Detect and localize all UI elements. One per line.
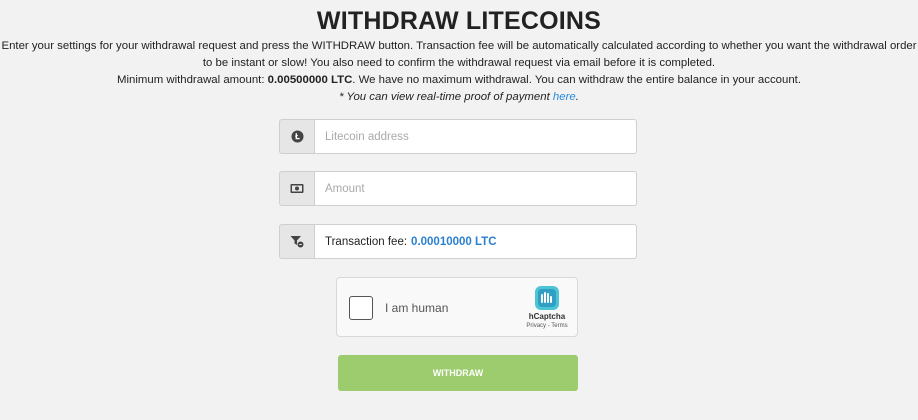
- hcaptcha-widget: I am human hCaptcha Privacy - Terms: [336, 277, 578, 337]
- payment-proof-prefix: * You can view real-time proof of paymen…: [339, 91, 553, 103]
- minimum-withdrawal-suffix: . We have no maximum withdrawal. You can…: [352, 74, 801, 86]
- transaction-fee-display: Transaction fee: 0.00010000 LTC: [314, 224, 637, 259]
- page-title: WITHDRAW LITECOINS: [316, 7, 602, 35]
- minimum-withdrawal-amount: 0.00500000 LTC: [267, 74, 353, 86]
- address-input-box: [314, 119, 637, 154]
- payment-proof-line: * You can view real-time proof of paymen…: [0, 89, 918, 106]
- instructions-line-2: to be instant or slow! You also need to …: [202, 57, 716, 69]
- minimum-withdrawal-prefix: Minimum withdrawal amount:: [116, 74, 268, 86]
- filter-fee-icon: [279, 224, 314, 259]
- payment-proof-link[interactable]: here: [553, 91, 576, 103]
- withdraw-button[interactable]: WITHDRAW: [338, 355, 578, 391]
- cash-icon: [279, 171, 314, 206]
- amount-input-box: [314, 171, 637, 206]
- amount-input[interactable]: [325, 172, 636, 205]
- hcaptcha-brand: hCaptcha: [528, 312, 566, 321]
- payment-proof-suffix: .: [575, 91, 579, 103]
- instructions: Enter your settings for your withdrawal …: [0, 38, 918, 106]
- address-field-group: [279, 119, 637, 154]
- captcha-privacy-link[interactable]: Privacy: [526, 323, 546, 329]
- litecoin-icon: [279, 119, 314, 154]
- captcha-terms-link[interactable]: Terms: [551, 323, 567, 329]
- transaction-fee-label: Transaction fee:: [325, 235, 408, 248]
- captcha-checkbox[interactable]: [349, 296, 373, 320]
- litecoin-address-input[interactable]: [325, 120, 636, 153]
- transaction-fee-value: 0.00010000 LTC: [411, 235, 497, 248]
- captcha-label: I am human: [385, 301, 449, 315]
- minimum-withdrawal-line: Minimum withdrawal amount: 0.00500000 LT…: [0, 72, 918, 89]
- hcaptcha-links: Privacy - Terms: [515, 323, 579, 329]
- withdraw-page: WITHDRAW LITECOINS Enter your settings f…: [0, 0, 918, 420]
- fee-field-group: Transaction fee: 0.00010000 LTC: [279, 224, 637, 259]
- instructions-line-1: Enter your settings for your withdrawal …: [1, 40, 917, 52]
- amount-field-group: [279, 171, 637, 206]
